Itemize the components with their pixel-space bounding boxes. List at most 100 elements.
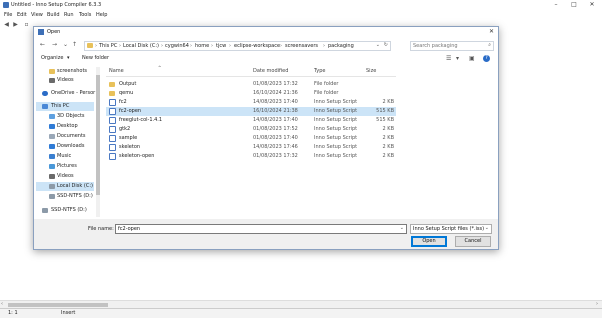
menu-help[interactable]: Help [96,12,107,18]
menu-edit[interactable]: Edit [17,12,27,18]
file-size: 515 KB [376,117,394,123]
file-row[interactable]: skeleton-open 01/08/2023 17:32 Inno Setu… [106,152,396,161]
nav-item-label: OneDrive - Persor [51,90,96,96]
breadcrumb-screensavers[interactable]: screensavers [285,43,318,49]
help-icon[interactable]: ? [483,55,490,62]
scroll-right-icon[interactable]: › [596,301,598,307]
organize-button[interactable]: Organize [41,55,63,61]
address-bar[interactable]: › This PC › Local Disk (C:) › cygwin64 ›… [84,41,391,51]
breadcrumb-cygwin64[interactable]: cygwin64 [165,43,189,49]
nav-item-videos[interactable]: Videos [36,76,94,85]
nav-item-3d-objects[interactable]: 3D Objects [36,112,94,121]
file-row[interactable]: fc2 14/08/2023 17:40 Inno Setup Script 2… [106,98,396,107]
nav-item-downloads[interactable]: Downloads [36,142,94,151]
breadcrumb-home[interactable]: home [195,43,209,49]
file-name-field[interactable]: ⌄ [115,224,407,234]
column-header-date[interactable]: Date modified [253,68,288,74]
back-icon[interactable]: ◀ [3,21,10,28]
breadcrumb-local-disk[interactable]: Local Disk (C:) [123,43,159,49]
dialog-close-icon[interactable]: ✕ [489,28,494,35]
menu-view[interactable]: View [31,12,43,18]
script-file-icon [109,135,116,142]
file-date: 01/08/2023 17:52 [253,126,298,132]
menu-run[interactable]: Run [64,12,74,18]
file-name-input[interactable] [118,225,388,233]
file-type-select[interactable]: Inno Setup Script files (*.iss) ⌄ [410,224,492,234]
documents-icon [49,134,55,139]
forward-icon[interactable]: ▶ [12,21,19,28]
minimize-icon[interactable]: – [548,1,564,8]
nav-pane-scrollbar[interactable] [96,67,100,217]
address-dropdown-icon[interactable]: ⌄ [376,42,380,48]
scroll-thumb[interactable] [8,303,108,307]
column-header-type[interactable]: Type [314,68,325,74]
menu-build[interactable]: Build [47,12,60,18]
chevron-right-icon: › [211,43,213,49]
file-row[interactable]: qemu 16/10/2024 21:36 File folder [106,89,396,98]
breadcrumb-this-pc[interactable]: This PC [99,43,117,49]
file-row[interactable]: Output 01/08/2023 17:32 File folder [106,80,396,89]
file-name: qemu [119,90,134,96]
nav-scroll-thumb[interactable] [96,75,100,195]
nav-item-onedrive[interactable]: OneDrive - Persor [36,89,96,98]
file-type: File folder [314,81,339,87]
dialog-app-icon [38,29,44,35]
chevron-right-icon: › [119,43,121,49]
file-row[interactable]: freeglut-col-1.4.1 14/08/2023 17:40 Inno… [106,116,396,125]
search-box[interactable]: ⌕ [410,41,494,51]
scroll-left-icon[interactable]: ‹ [1,301,3,307]
view-chevron-icon[interactable]: ▾ [456,55,459,62]
pictures-icon [49,164,55,169]
cancel-button[interactable]: Cancel [455,236,491,247]
file-name-dropdown-icon[interactable]: ⌄ [400,225,404,231]
file-type: Inno Setup Script [314,126,358,132]
menu-file[interactable]: File [4,12,12,18]
script-file-icon [109,108,116,115]
breadcrumb-packaging[interactable]: packaging [328,43,354,49]
nav-item-videos-2[interactable]: Videos [36,172,94,181]
refresh-icon[interactable]: ↻ [384,42,388,48]
file-row-selected[interactable]: fc2-open 16/10/2024 21:38 Inno Setup Scr… [106,107,396,116]
column-header-size[interactable]: Size [366,68,376,74]
nav-item-this-pc[interactable]: This PC [36,102,94,111]
nav-item-documents[interactable]: Documents [36,132,94,141]
preview-pane-icon[interactable]: ▣ [469,55,475,62]
script-file-icon [109,126,116,133]
breadcrumb-tjcw[interactable]: tjcw [216,43,226,49]
menu-tools[interactable]: Tools [79,12,91,18]
up-arrow-icon[interactable]: ↑ [72,41,77,48]
breadcrumb-eclipse-workspace[interactable]: eclipse-workspace [234,43,280,49]
nav-item-music[interactable]: Music [36,152,94,161]
nav-item-desktop[interactable]: Desktop [36,122,94,131]
script-file-icon [109,153,116,160]
nav-item-screenshots[interactable]: screenshots [36,67,94,76]
file-type: File folder [314,90,339,96]
file-type: Inno Setup Script [314,153,358,159]
open-button[interactable]: Open [411,236,447,247]
view-options-icon[interactable]: ☰ [446,55,451,62]
maximize-icon[interactable]: □ [566,1,582,8]
organize-chevron-icon[interactable]: ▾ [67,55,70,61]
app-titlebar: Untitled - Inno Setup Compiler 6.3.3 – □… [0,0,602,11]
nav-item-local-disk[interactable]: Local Disk (C:) [36,182,94,191]
file-row[interactable]: gtk2 01/08/2023 17:52 Inno Setup Script … [106,125,396,134]
file-row[interactable]: sample 01/08/2023 17:40 Inno Setup Scrip… [106,134,396,143]
new-folder-button[interactable]: New folder [82,55,109,61]
search-input[interactable] [413,42,479,50]
command-bar: Organize ▾ New folder ☰ ▾ ▣ ? [34,54,498,64]
nav-item-ssd-d-2[interactable]: SSD-NTFS (D:) [36,206,94,215]
nav-item-ssd-d[interactable]: SSD-NTFS (D:) [36,192,94,201]
column-header-name[interactable]: Name [109,68,124,74]
file-size: 2 KB [382,135,394,141]
close-icon[interactable]: ✕ [584,1,600,8]
recent-chevron-icon[interactable]: ⌄ [63,41,68,48]
drive-icon [49,184,55,189]
nav-item-pictures[interactable]: Pictures [36,162,94,171]
new-file-icon[interactable]: ▫ [23,21,30,28]
file-type: Inno Setup Script [314,117,358,123]
back-arrow-icon[interactable]: ← [40,41,45,48]
file-size: 2 KB [382,144,394,150]
forward-arrow-icon[interactable]: → [52,41,57,48]
file-row[interactable]: skeleton 14/08/2023 17:46 Inno Setup Scr… [106,143,396,152]
file-date: 14/08/2023 17:40 [253,99,298,105]
